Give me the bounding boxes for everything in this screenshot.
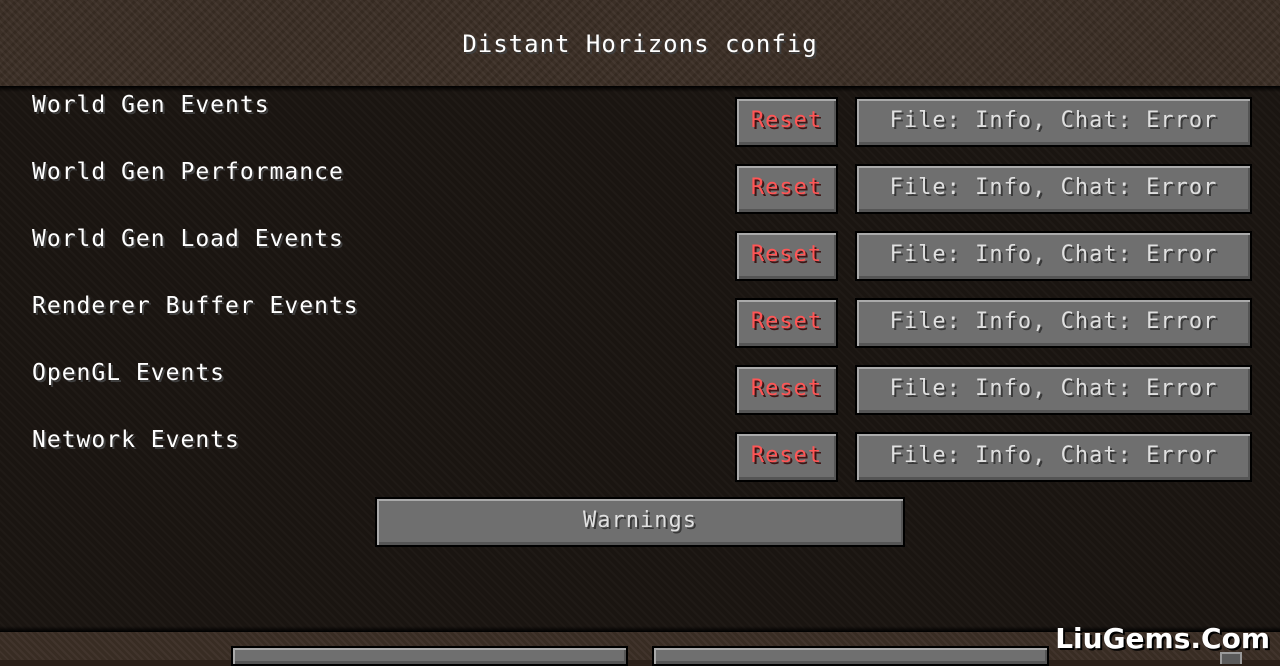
- log-level-button[interactable]: File: Info, Chat: Error: [855, 432, 1252, 482]
- reset-button[interactable]: Reset: [735, 97, 838, 147]
- config-row-label: OpenGL Events: [32, 360, 226, 386]
- reset-button[interactable]: Reset: [735, 432, 838, 482]
- config-row-label: Renderer Buffer Events: [32, 293, 359, 319]
- config-list[interactable]: World Gen Events Reset File: Info, Chat:…: [0, 86, 1280, 632]
- warnings-button[interactable]: Warnings: [375, 497, 905, 547]
- config-row-label: World Gen Performance: [32, 159, 344, 185]
- reset-button[interactable]: Reset: [735, 231, 838, 281]
- header-divider: [0, 86, 1280, 92]
- config-row-label: Network Events: [32, 427, 240, 453]
- page-title: Distant Horizons config: [462, 30, 818, 58]
- config-row-label: World Gen Events: [32, 92, 270, 118]
- reset-button[interactable]: Reset: [735, 164, 838, 214]
- reset-button[interactable]: Reset: [735, 298, 838, 348]
- log-level-button[interactable]: File: Info, Chat: Error: [855, 164, 1252, 214]
- config-row-renderer-buffer-events: Renderer Buffer Events Reset File: Info,…: [0, 287, 1280, 348]
- footer-button-left[interactable]: [231, 646, 628, 666]
- config-row-world-gen-performance: World Gen Performance Reset File: Info, …: [0, 153, 1280, 214]
- config-row-world-gen-load-events: World Gen Load Events Reset File: Info, …: [0, 220, 1280, 281]
- log-level-button[interactable]: File: Info, Chat: Error: [855, 365, 1252, 415]
- config-row-world-gen-events: World Gen Events Reset File: Info, Chat:…: [0, 86, 1280, 147]
- reset-button[interactable]: Reset: [735, 365, 838, 415]
- config-row-label: World Gen Load Events: [32, 226, 344, 252]
- log-level-button[interactable]: File: Info, Chat: Error: [855, 298, 1252, 348]
- watermark-text: LiuGems.Com: [1055, 622, 1270, 655]
- log-level-button[interactable]: File: Info, Chat: Error: [855, 97, 1252, 147]
- header-bar: Distant Horizons config: [0, 0, 1280, 86]
- config-row-network-events: Network Events Reset File: Info, Chat: E…: [0, 421, 1280, 482]
- footer-button-right[interactable]: [652, 646, 1049, 666]
- config-row-opengl-events: OpenGL Events Reset File: Info, Chat: Er…: [0, 354, 1280, 415]
- log-level-button[interactable]: File: Info, Chat: Error: [855, 231, 1252, 281]
